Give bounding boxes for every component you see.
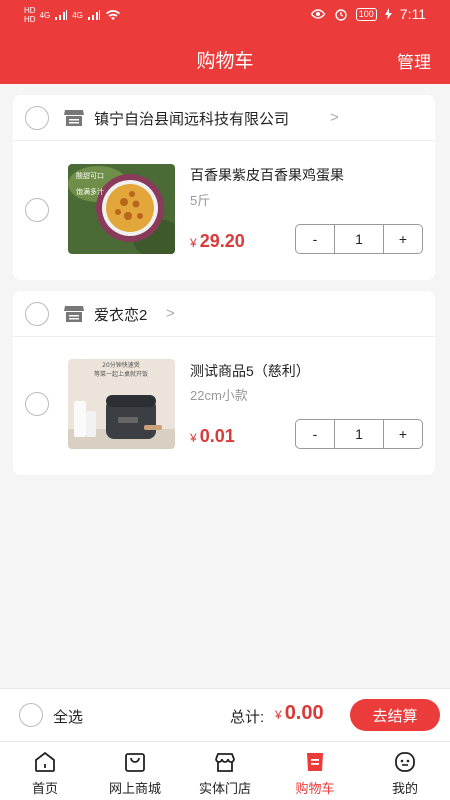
product-image[interactable]: 酸甜可口 饱满多汁: [68, 164, 175, 254]
tab-bar: 首页 网上商城 实体门店 购物车 我的: [0, 741, 450, 800]
home-icon: [35, 751, 55, 772]
store-name: 爱衣恋2: [94, 307, 148, 324]
price-value: 0.01: [199, 426, 235, 446]
chevron-right-icon[interactable]: >: [330, 109, 339, 126]
quantity-input[interactable]: 1: [334, 420, 384, 448]
store-card: 爱衣恋2 > 20分钟快速煲 等菜一起上桌就开饭 测试商品5（慈利） 22cm小…: [13, 291, 435, 475]
tab-mine[interactable]: 我的: [360, 742, 450, 800]
shop-icon: [64, 306, 84, 322]
tab-physical-store[interactable]: 实体门店: [180, 742, 270, 800]
price-value: 29.20: [199, 231, 245, 251]
select-all-label[interactable]: 全选: [53, 706, 83, 727]
product-image[interactable]: 20分钟快速煲 等菜一起上桌就开饭: [68, 359, 175, 449]
product-price: ¥29.20: [190, 231, 245, 252]
status-left: HD HD 4G 4G: [24, 6, 121, 24]
tab-home[interactable]: 首页: [0, 742, 90, 800]
product-spec: 5斤: [190, 193, 211, 208]
hd-indicator-2: HD: [24, 15, 36, 24]
image-caption-2: 等菜一起上桌就开饭: [94, 370, 148, 378]
store-select-checkbox[interactable]: [25, 302, 49, 326]
tab-online-mall[interactable]: 网上商城: [90, 742, 180, 800]
page-title: 购物车: [196, 51, 254, 72]
network-4g-2: 4G: [72, 10, 83, 20]
product-price: ¥0.01: [190, 426, 235, 447]
chevron-right-icon[interactable]: >: [166, 305, 175, 322]
image-caption-2: 饱满多汁: [76, 187, 104, 196]
app-header: HD HD 4G 4G 100 7:11 购物车 管理: [0, 0, 450, 84]
rice-cooker-image: 20分钟快速煲 等菜一起上桌就开饭: [68, 359, 175, 449]
store-name: 镇宁自治县闻远科技有限公司: [94, 111, 290, 128]
tab-physical-store-label: 实体门店: [198, 781, 251, 796]
store-card: 镇宁自治县闻远科技有限公司 > 酸甜可口 饱满多汁 百香果紫皮百香果鸡蛋果 5斤…: [13, 95, 435, 280]
increase-button[interactable]: +: [384, 225, 422, 253]
tab-cart[interactable]: 购物车: [270, 742, 360, 800]
manage-button[interactable]: 管理: [397, 48, 431, 73]
store-icon: [215, 753, 235, 772]
increase-button[interactable]: +: [384, 420, 422, 448]
select-all-checkbox[interactable]: [19, 703, 43, 727]
signal-icon: [55, 10, 68, 20]
decrease-button[interactable]: -: [296, 225, 334, 253]
store-select-checkbox[interactable]: [25, 106, 49, 130]
status-time: 7:11: [399, 6, 426, 22]
network-4g-1: 4G: [39, 10, 51, 20]
alarm-icon: [335, 9, 347, 21]
passion-fruit-image: 酸甜可口 饱满多汁: [68, 164, 175, 254]
product-name[interactable]: 百香果紫皮百香果鸡蛋果: [190, 165, 344, 185]
quantity-stepper: - 1 +: [295, 419, 423, 449]
status-right: 100 7:11: [310, 6, 426, 22]
cart-icon: [307, 753, 323, 771]
total-label: 总计:: [230, 709, 265, 726]
total-currency: ¥: [275, 708, 282, 722]
product-select-checkbox[interactable]: [25, 198, 49, 222]
hd-indicator-1: HD: [24, 6, 36, 15]
decrease-button[interactable]: -: [296, 420, 334, 448]
product-select-checkbox[interactable]: [25, 392, 49, 416]
total-value: 0.00: [284, 702, 324, 724]
charging-icon: [384, 8, 392, 20]
quantity-input[interactable]: 1: [334, 225, 384, 253]
checkout-bar: 全选 总计: ¥0.00 去结算: [0, 688, 450, 741]
store-header[interactable]: 爱衣恋2 >: [13, 291, 435, 337]
eye-icon: [310, 9, 326, 19]
store-header[interactable]: 镇宁自治县闻远科技有限公司 >: [13, 95, 435, 141]
tab-home-label: 首页: [31, 781, 58, 796]
status-bar: HD HD 4G 4G 100 7:11: [0, 0, 450, 32]
currency-symbol: ¥: [190, 236, 197, 250]
currency-symbol: ¥: [190, 431, 197, 445]
profile-icon: [395, 752, 415, 772]
shopping-bag-icon: [125, 753, 145, 772]
tab-cart-label: 购物车: [295, 781, 335, 796]
image-caption-1: 酸甜可口: [76, 171, 104, 180]
hd-indicators: HD HD: [24, 6, 36, 24]
shop-icon: [64, 110, 84, 126]
battery-level: 100: [355, 7, 377, 21]
product-name[interactable]: 测试商品5（慈利）: [190, 361, 310, 381]
quantity-stepper: - 1 +: [295, 224, 423, 254]
tab-mine-label: 我的: [391, 781, 418, 796]
tab-online-mall-label: 网上商城: [108, 781, 161, 796]
total-amount: ¥0.00: [275, 702, 324, 725]
wifi-icon: [105, 10, 120, 20]
product-spec: 22cm小款: [190, 388, 248, 403]
checkout-button[interactable]: 去结算: [350, 699, 440, 731]
signal-icon-2: [87, 10, 100, 20]
image-caption-1: 20分钟快速煲: [102, 361, 140, 369]
